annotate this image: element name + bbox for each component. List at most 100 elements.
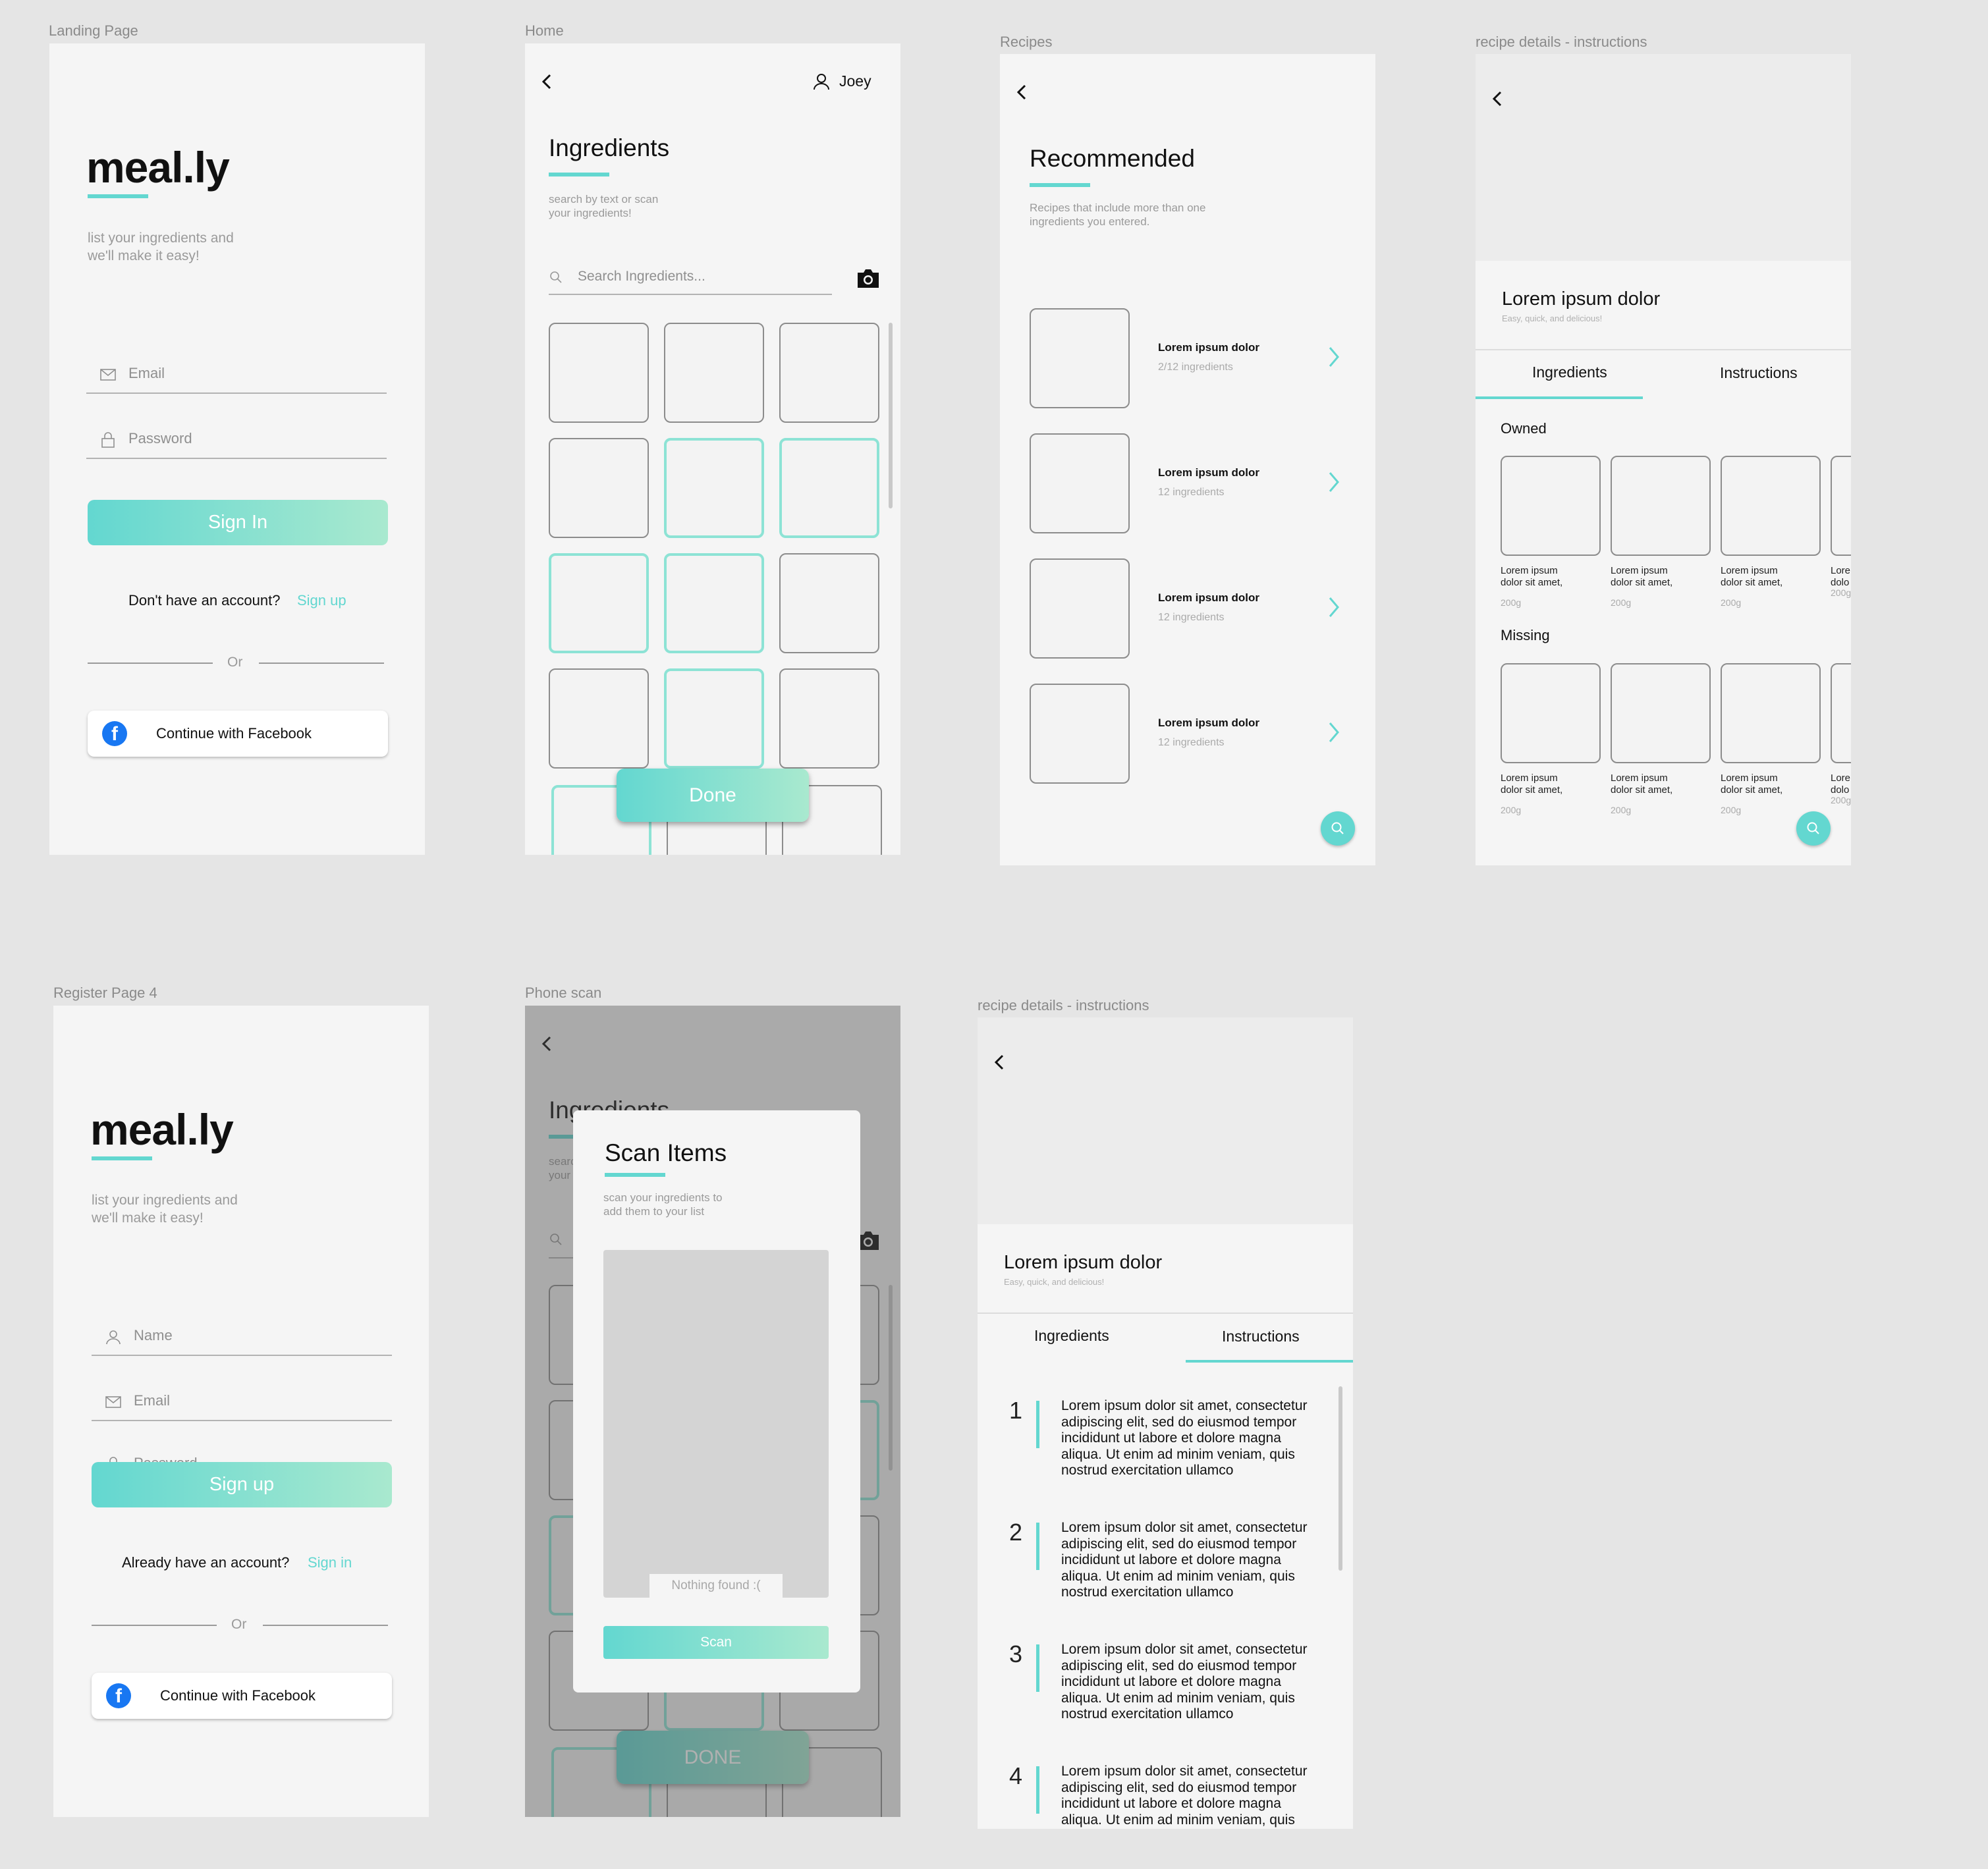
recipe-ingredient-count: 12 ingredients bbox=[1158, 612, 1225, 623]
step-text: Lorem ipsum dolor sit amet, consectetur … bbox=[1061, 1520, 1308, 1600]
recipes-frame: Recommended Recipes that include more th… bbox=[1000, 54, 1375, 865]
recipe-title: Lorem ipsum dolor bbox=[1004, 1252, 1163, 1273]
frame-label-register: Register Page 4 bbox=[53, 985, 157, 1001]
facebook-icon: f bbox=[106, 1683, 131, 1708]
recipe-thumbnail[interactable] bbox=[1030, 433, 1130, 533]
recipe-name[interactable]: Lorem ipsum dolor bbox=[1158, 341, 1259, 354]
ingredient-tile[interactable] bbox=[664, 438, 764, 538]
ingredient-tile[interactable] bbox=[664, 323, 764, 423]
ingredient-card[interactable] bbox=[1611, 663, 1711, 763]
search-input[interactable]: Search Ingredients... bbox=[549, 265, 832, 295]
facebook-button[interactable]: f Continue with Facebook bbox=[88, 711, 388, 757]
tab-instructions[interactable]: Instructions bbox=[1720, 364, 1798, 382]
ingredient-weight: 200g bbox=[1611, 805, 1632, 815]
ingredient-weight: 200g bbox=[1721, 805, 1742, 815]
sign-up-button[interactable]: Sign up bbox=[92, 1462, 392, 1507]
ingredient-tile[interactable] bbox=[549, 553, 649, 653]
email-field[interactable]: Email bbox=[92, 1382, 392, 1421]
password-field[interactable]: Password bbox=[86, 420, 387, 459]
scrollbar[interactable] bbox=[889, 323, 893, 508]
nothing-found-label: Nothing found :( bbox=[649, 1574, 783, 1598]
done-button[interactable]: Done bbox=[617, 769, 809, 822]
camera-icon[interactable] bbox=[856, 267, 881, 290]
recipe-thumbnail[interactable] bbox=[1030, 558, 1130, 659]
recipe-ingredient-count: 12 ingredients bbox=[1158, 737, 1225, 748]
ingredient-tile[interactable] bbox=[549, 438, 649, 538]
home-frame: Joey Ingredients search by text or scan y… bbox=[525, 43, 900, 855]
sign-up-link[interactable]: Sign up bbox=[297, 592, 346, 609]
ingredient-tile[interactable] bbox=[664, 668, 764, 769]
back-arrow-icon[interactable] bbox=[1012, 82, 1033, 103]
ingredient-tile[interactable] bbox=[779, 668, 879, 769]
tab-indicator bbox=[1186, 1360, 1353, 1363]
sign-in-button[interactable]: Sign In bbox=[88, 500, 388, 545]
step-text: Lorem ipsum dolor sit amet, consectetur … bbox=[1061, 1398, 1308, 1478]
ingredient-card[interactable] bbox=[1611, 456, 1711, 556]
divider-left bbox=[88, 663, 213, 664]
ingredient-weight: 200g bbox=[1831, 795, 1851, 805]
divider-right bbox=[263, 1625, 388, 1626]
ingredient-card[interactable] bbox=[1721, 663, 1821, 763]
user-icon bbox=[106, 1330, 121, 1345]
recipe-image bbox=[1476, 54, 1851, 261]
search-fab[interactable] bbox=[1321, 811, 1355, 846]
recipe-thumbnail[interactable] bbox=[1030, 684, 1130, 784]
back-arrow-icon[interactable] bbox=[537, 71, 558, 92]
chevron-right-icon[interactable] bbox=[1326, 345, 1342, 369]
scrollbar[interactable] bbox=[1339, 1386, 1342, 1571]
tab-ingredients[interactable]: Ingredients bbox=[1532, 364, 1607, 381]
recipe-ingredient-count: 12 ingredients bbox=[1158, 487, 1225, 498]
sign-in-link[interactable]: Sign in bbox=[308, 1554, 352, 1571]
ingredient-weight: 200g bbox=[1831, 587, 1851, 598]
search-icon bbox=[550, 271, 562, 283]
frame-label-details-2: recipe details - instructions bbox=[978, 997, 1149, 1014]
ingredient-tile[interactable] bbox=[779, 553, 879, 653]
ingredient-card[interactable] bbox=[1501, 663, 1601, 763]
recipe-ingredient-count: 2/12 ingredients bbox=[1158, 362, 1233, 373]
recipe-name[interactable]: Lorem ipsum dolor bbox=[1158, 466, 1259, 479]
ingredient-card-label: Lorem ipsum dolor sit amet, bbox=[1501, 772, 1563, 796]
app-logo: meal.ly bbox=[90, 1105, 234, 1154]
or-text: Or bbox=[231, 1617, 247, 1632]
ingredient-tile[interactable] bbox=[664, 553, 764, 653]
chevron-right-icon[interactable] bbox=[1326, 470, 1342, 494]
back-arrow-icon[interactable] bbox=[1487, 88, 1508, 109]
step-accent-bar bbox=[1036, 1766, 1039, 1814]
frame-label-details-1: recipe details - instructions bbox=[1476, 34, 1647, 50]
ingredient-tile[interactable] bbox=[779, 323, 879, 423]
title-underline bbox=[549, 173, 609, 176]
search-fab[interactable] bbox=[1796, 811, 1831, 846]
ingredient-card-label: Lorem ipsum dolor sit amet, bbox=[1501, 565, 1563, 588]
user-icon[interactable] bbox=[812, 72, 831, 91]
ingredient-tile[interactable] bbox=[779, 438, 879, 538]
recipe-name[interactable]: Lorem ipsum dolor bbox=[1158, 717, 1259, 730]
recipe-name[interactable]: Lorem ipsum dolor bbox=[1158, 591, 1259, 605]
ingredient-weight: 200g bbox=[1721, 597, 1742, 608]
scan-button[interactable]: Scan bbox=[603, 1626, 829, 1659]
camera-preview[interactable]: Nothing found :( bbox=[603, 1250, 829, 1598]
email-field[interactable]: Email bbox=[86, 354, 387, 394]
page-title: Recommended bbox=[1030, 145, 1195, 172]
ingredient-card[interactable] bbox=[1831, 663, 1851, 763]
logo-underline bbox=[92, 1156, 152, 1160]
ingredient-tile[interactable] bbox=[549, 323, 649, 423]
ingredient-card[interactable] bbox=[1501, 456, 1601, 556]
tab-ingredients[interactable]: Ingredients bbox=[1034, 1327, 1109, 1345]
ingredient-card[interactable] bbox=[1831, 456, 1851, 556]
tab-instructions[interactable]: Instructions bbox=[1222, 1328, 1300, 1345]
divider-left bbox=[92, 1625, 217, 1626]
ingredient-tile[interactable] bbox=[549, 668, 649, 769]
chevron-right-icon[interactable] bbox=[1326, 720, 1342, 744]
name-field[interactable]: Name bbox=[92, 1316, 392, 1356]
back-arrow-icon[interactable] bbox=[989, 1052, 1010, 1073]
recipe-thumbnail[interactable] bbox=[1030, 308, 1130, 408]
recipe-image bbox=[978, 1017, 1353, 1224]
user-name[interactable]: Joey bbox=[839, 72, 871, 90]
ingredient-card-label: Lore dolo bbox=[1831, 565, 1851, 588]
frame-label-recipes: Recipes bbox=[1000, 34, 1053, 50]
frame-label-home: Home bbox=[525, 22, 564, 39]
facebook-button[interactable]: f Continue with Facebook bbox=[92, 1673, 392, 1719]
search-icon bbox=[1331, 822, 1344, 834]
chevron-right-icon[interactable] bbox=[1326, 595, 1342, 619]
ingredient-card[interactable] bbox=[1721, 456, 1821, 556]
